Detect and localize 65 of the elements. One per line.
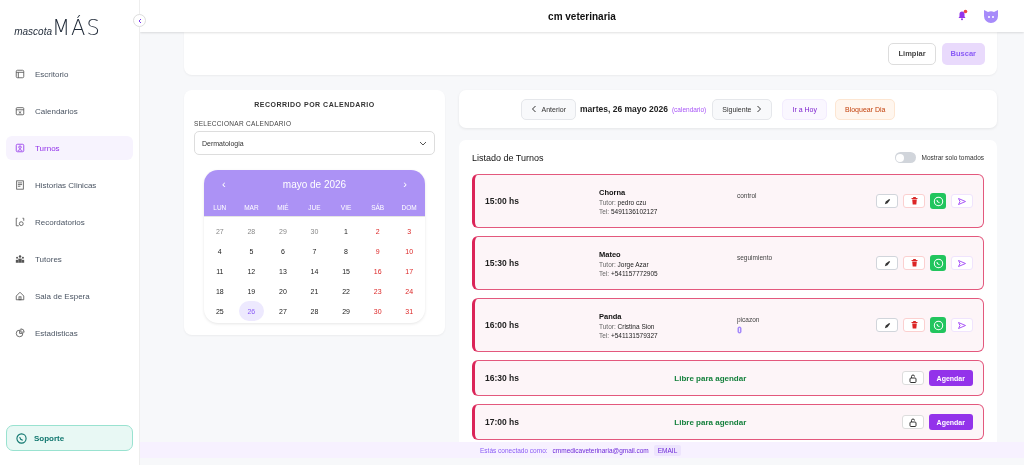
slot-time: 17:00 hs <box>485 417 521 427</box>
sidebar-item[interactable]: Estadisticas <box>6 321 133 345</box>
slot-time: 15:30 hs <box>485 258 521 268</box>
sidebar-item[interactable]: Historias Clinicas <box>6 173 133 197</box>
slot-status: Libre para agendar <box>673 417 748 427</box>
pencil-icon <box>883 321 891 329</box>
send-button[interactable] <box>951 256 973 270</box>
pencil-icon <box>883 197 891 205</box>
send-button[interactable] <box>951 194 973 208</box>
page-title: cm veterinaria <box>548 10 616 22</box>
chevron-down-icon <box>419 140 427 146</box>
notification-bell-icon[interactable] <box>956 9 968 21</box>
list-title: Listado de Turnos <box>472 152 544 163</box>
whatsapp-button[interactable] <box>930 255 946 271</box>
current-date: martes, 26 mayo 2026 <box>580 104 668 114</box>
send-icon <box>958 259 966 267</box>
whatsapp-icon <box>932 319 944 331</box>
house-icon <box>15 291 25 301</box>
send-icon <box>958 197 966 205</box>
trash-icon <box>910 321 918 329</box>
trash-icon <box>910 197 918 205</box>
sidebar-item[interactable]: Escritorio <box>6 62 133 86</box>
logo-small-text: mascota <box>14 26 52 37</box>
chevron-left-icon <box>136 17 143 24</box>
sidebar-item[interactable]: Sala de Espera <box>6 284 133 308</box>
whatsapp-button[interactable] <box>930 317 946 333</box>
edit-button[interactable] <box>876 318 898 332</box>
chevron-right-icon <box>756 105 763 113</box>
person-card-icon <box>15 143 25 153</box>
slot-time: 16:30 hs <box>485 373 521 383</box>
document-icon <box>15 180 25 190</box>
whatsapp-icon <box>16 432 27 444</box>
edit-button[interactable] <box>876 256 898 270</box>
slot-time: 16:00 hs <box>485 320 521 330</box>
support-button[interactable]: Soporte <box>6 425 133 451</box>
whatsapp-button[interactable] <box>930 193 946 209</box>
pencil-icon <box>883 259 891 267</box>
pie-chart-icon <box>15 328 25 338</box>
edit-button[interactable] <box>876 194 898 208</box>
sidebar-item[interactable]: Turnos <box>6 136 133 160</box>
sidebar-item[interactable]: Calendarios <box>6 99 133 123</box>
layout-icon <box>15 69 25 79</box>
logo-large-text: MÁS <box>52 16 101 40</box>
slot-status: Libre para agendar <box>673 373 748 383</box>
month-title: mayo de 2026 <box>282 178 347 190</box>
slot-time: 15:00 hs <box>485 196 521 206</box>
reminder-icon <box>15 217 25 227</box>
padlock-icon <box>908 373 917 383</box>
sidebar-item[interactable]: Recordatorios <box>6 210 133 234</box>
people-icon <box>15 254 25 264</box>
toggle-switch[interactable] <box>894 152 916 163</box>
delete-button[interactable] <box>903 318 925 332</box>
whatsapp-icon <box>932 257 944 269</box>
delete-button[interactable] <box>903 256 925 270</box>
whatsapp-icon <box>932 195 944 207</box>
unlock-button[interactable] <box>901 415 924 429</box>
send-button[interactable] <box>951 318 973 332</box>
trash-icon <box>910 259 918 267</box>
sidebar-item[interactable]: Tutores <box>6 247 133 271</box>
delete-button[interactable] <box>903 194 925 208</box>
unlock-button[interactable] <box>901 371 924 385</box>
send-icon <box>958 321 966 329</box>
padlock-icon <box>908 417 917 427</box>
chevron-left-icon <box>530 105 537 113</box>
calendar-icon <box>15 106 25 116</box>
